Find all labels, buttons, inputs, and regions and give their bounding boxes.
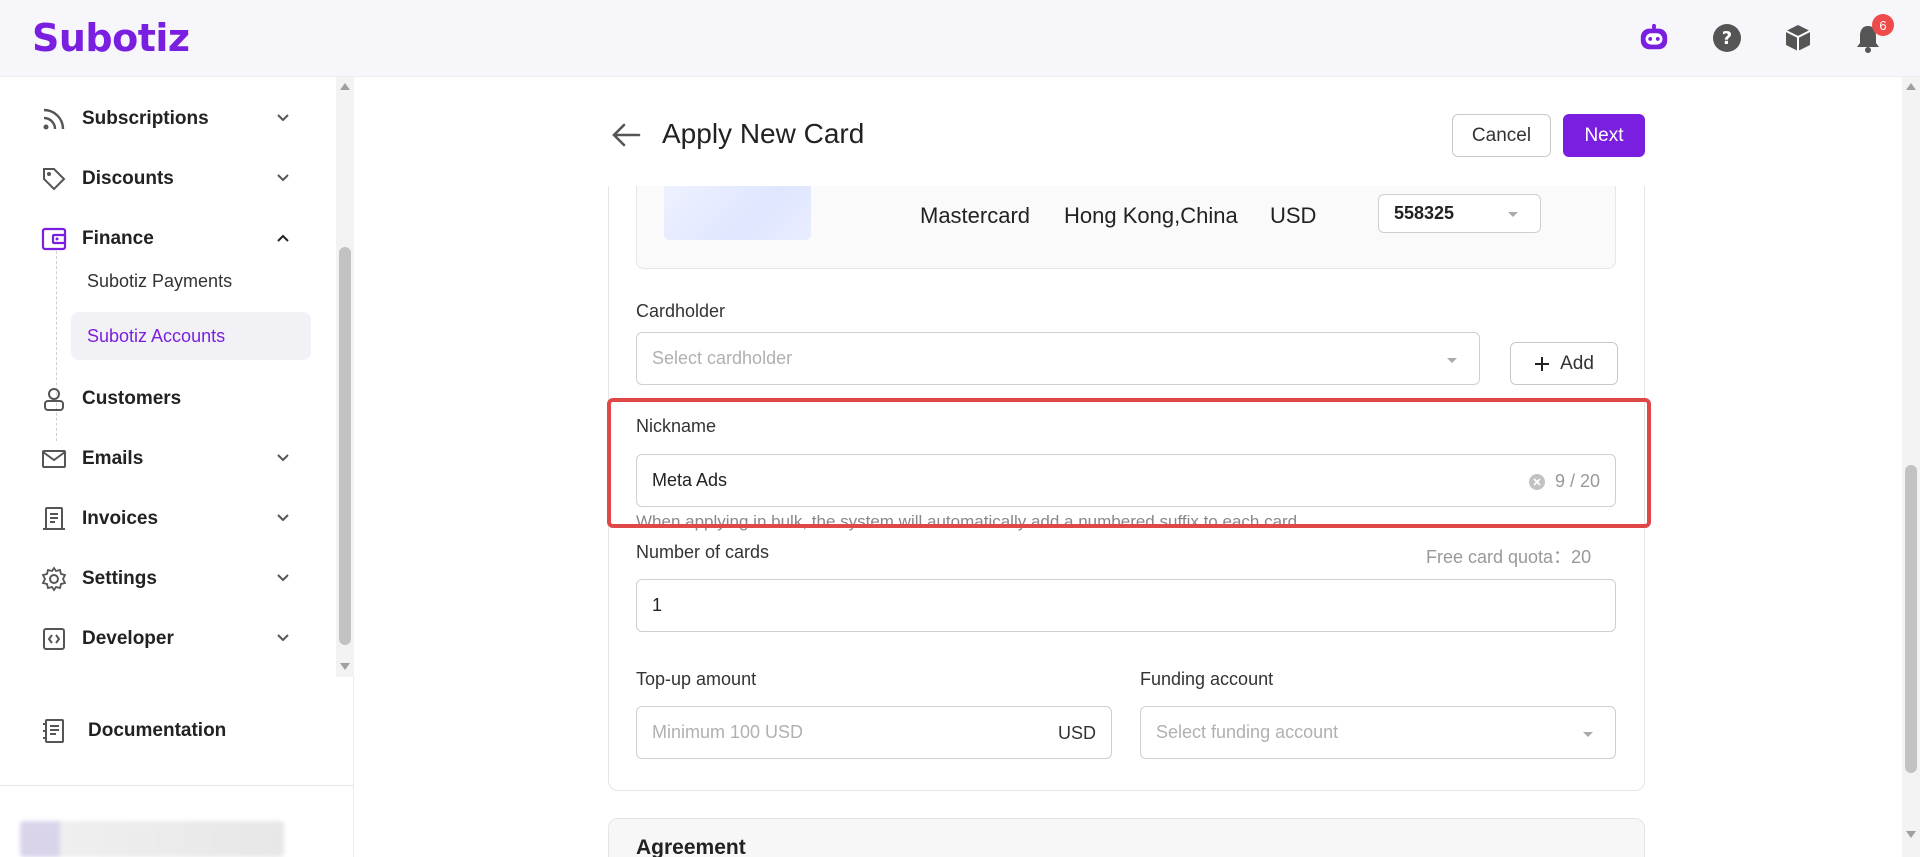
funding-placeholder: Select funding account [1156, 722, 1339, 742]
card-bin-value: 558325 [1394, 203, 1455, 223]
sidebar: Subscriptions Discounts Finance Subotiz … [0, 77, 354, 857]
plus-icon [1534, 356, 1550, 372]
card-network: Mastercard [920, 203, 1031, 228]
top-header: Subotiz ? 6 [0, 0, 1920, 77]
user-icon [40, 385, 68, 413]
chevron-down-icon [276, 570, 290, 588]
sidebar-item-emails[interactable]: Emails [40, 439, 300, 479]
next-button[interactable]: Next [1563, 114, 1645, 157]
cardholder-placeholder: Select cardholder [652, 348, 793, 368]
box-icon[interactable] [1782, 22, 1814, 54]
chevron-down-icon [276, 510, 290, 528]
gear-icon [40, 565, 68, 593]
caret-down-icon [1583, 732, 1593, 737]
caret-down-icon [1508, 212, 1518, 217]
card-currency: USD [1270, 203, 1317, 228]
add-cardholder-button[interactable]: Add [1510, 342, 1618, 385]
invoice-icon [40, 505, 68, 533]
sidebar-item-invoices[interactable]: Invoices [40, 499, 300, 539]
sidebar-item-customers[interactable]: Customers [40, 379, 300, 419]
topup-amount-input[interactable]: Minimum 100 USD USD [636, 706, 1112, 759]
agreement-title: Agreement [636, 836, 746, 857]
card-bin-select[interactable]: 558325 [1378, 194, 1541, 233]
cardholder-select[interactable]: Select cardholder [636, 332, 1480, 385]
chevron-up-icon [276, 230, 290, 248]
sidebar-divider [0, 785, 354, 786]
highlight-annotation [607, 398, 1651, 528]
sidebar-item-label: Finance [82, 228, 154, 249]
sidebar-item-developer[interactable]: Developer [40, 619, 300, 659]
card-region: Hong Kong,China [1064, 203, 1238, 228]
notification-badge: 6 [1872, 14, 1894, 36]
sidebar-scrollbar[interactable] [336, 77, 354, 677]
sidebar-item-label: Subscriptions [82, 108, 209, 129]
tag-icon [40, 165, 68, 193]
chevron-down-icon [276, 170, 290, 188]
number-of-cards-input[interactable]: 1 [636, 579, 1616, 632]
main-scroll-thumb[interactable] [1905, 465, 1917, 773]
account-profile-blurred[interactable] [20, 821, 284, 857]
sidebar-item-label: Settings [82, 568, 157, 589]
sidebar-item-discounts[interactable]: Discounts [40, 159, 300, 199]
topup-amount-label: Top-up amount [636, 669, 757, 689]
sidebar-item-subscriptions[interactable]: Subscriptions [40, 99, 300, 139]
sidebar-scroll-thumb[interactable] [339, 247, 351, 645]
cancel-button[interactable]: Cancel [1452, 114, 1551, 157]
sidebar-item-finance[interactable]: Finance [40, 219, 300, 259]
rss-icon [40, 105, 68, 133]
agreement-panel [608, 818, 1645, 857]
code-icon [40, 625, 68, 653]
sidebar-item-label: Documentation [88, 720, 227, 741]
sidebar-item-label: Developer [82, 628, 174, 649]
number-of-cards-label: Number of cards [636, 542, 770, 562]
subotiz-logo[interactable]: Subotiz [32, 16, 190, 60]
cardholder-label: Cardholder [636, 301, 726, 321]
card-image [664, 186, 811, 240]
svg-text:?: ? [1722, 28, 1732, 49]
funding-account-select[interactable]: Select funding account [1140, 706, 1616, 759]
sidebar-item-label: Invoices [82, 508, 159, 529]
chevron-down-icon [276, 450, 290, 468]
sidebar-subitem-subotiz-accounts[interactable]: Subotiz Accounts [71, 312, 311, 360]
sidebar-item-settings[interactable]: Settings [40, 559, 300, 599]
sidebar-item-label: Emails [82, 448, 144, 469]
number-of-cards-value: 1 [652, 595, 663, 615]
ai-assistant-icon[interactable] [1638, 22, 1670, 54]
topup-placeholder: Minimum 100 USD [652, 722, 804, 742]
sidebar-item-label: Customers [82, 388, 182, 409]
add-label: Add [1560, 352, 1594, 374]
funding-account-label: Funding account [1140, 669, 1274, 689]
document-icon [40, 717, 68, 745]
main-scrollbar[interactable] [1902, 77, 1920, 857]
help-icon[interactable]: ? [1711, 22, 1743, 54]
topup-currency-suffix: USD [1057, 723, 1096, 743]
sidebar-subitem-subotiz-payments[interactable]: Subotiz Payments [71, 257, 311, 305]
back-arrow-icon[interactable] [610, 120, 642, 155]
notification-bell-icon[interactable]: 6 [1852, 14, 1894, 54]
free-card-quota: Free card quota：20 [1426, 547, 1592, 567]
page-title: Apply New Card [662, 118, 865, 149]
caret-down-icon [1447, 358, 1457, 363]
chevron-down-icon [276, 110, 290, 128]
mail-icon [40, 445, 68, 473]
chevron-down-icon [276, 630, 290, 648]
sidebar-item-documentation[interactable]: Documentation [40, 711, 300, 751]
wallet-icon [40, 225, 68, 253]
sidebar-item-label: Discounts [82, 168, 174, 189]
